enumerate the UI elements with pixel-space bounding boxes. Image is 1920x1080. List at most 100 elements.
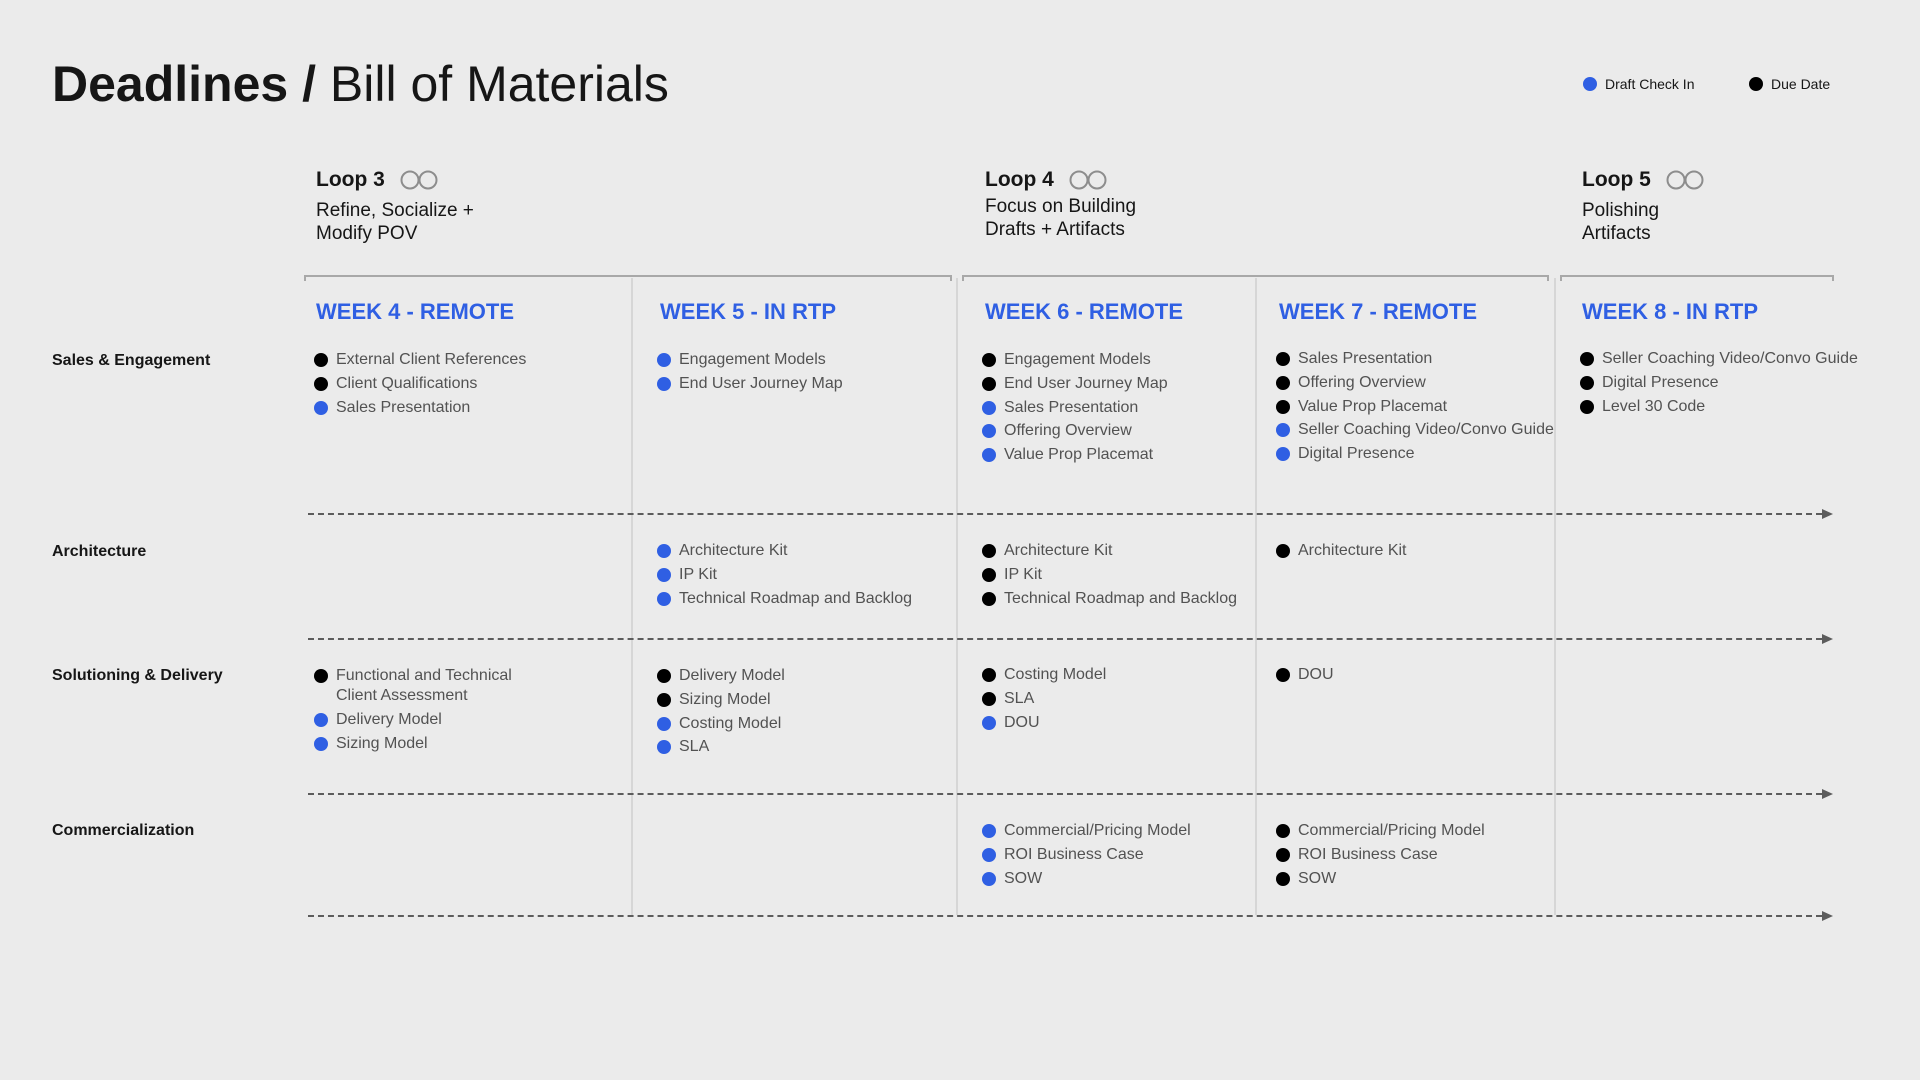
list-item: Architecture Kit [982, 541, 1237, 561]
due-dot-icon [657, 669, 671, 683]
list-item-label: SLA [1004, 689, 1035, 707]
list-item: Value Prop Placemat [1276, 397, 1554, 417]
list-item-label: Offering Overview [1298, 373, 1426, 391]
list-item: Seller Coaching Video/Convo Guide [1276, 420, 1554, 440]
list-item: Architecture Kit [657, 541, 912, 561]
list-item-label: Delivery Model [336, 710, 442, 728]
due-dot-icon [982, 591, 996, 606]
list-item: End User Journey Map [657, 374, 843, 394]
list-item: IP Kit [657, 565, 912, 585]
list-item-label: Level 30 Code [1602, 397, 1706, 415]
draft-dot-icon [657, 376, 671, 391]
list-item: Sizing Model [657, 690, 785, 710]
list-item-label: Digital Presence [1298, 445, 1415, 463]
list-item-label: Seller Coaching Video/Convo Guide [1602, 350, 1858, 367]
list-item: Offering Overview [982, 421, 1168, 441]
week-8-header: WEEK 8 - IN RTP [1582, 299, 1759, 324]
list-item: IP Kit [982, 565, 1237, 585]
list-item: Level 30 Code [1580, 397, 1858, 417]
draft-dot-icon [657, 591, 671, 606]
legend-due-label: Due Date [1771, 76, 1831, 92]
list-item: DOU [982, 713, 1106, 733]
due-dot-icon [1276, 399, 1290, 414]
list-item: Costing Model [657, 714, 785, 734]
due-dot-icon [1276, 847, 1290, 862]
list-item-label: SOW [1004, 869, 1043, 887]
loop-5: Loop 5 Polishing Artifacts [1582, 167, 1707, 245]
draft-dot-icon [982, 847, 996, 862]
list-item-label: IP Kit [1004, 565, 1042, 583]
list-item-label: Costing Model [679, 714, 782, 732]
page-title: Deadlines / Bill of Materials [52, 52, 669, 116]
loop-4-subtitle: Focus on Building Drafts + Artifacts [985, 196, 1137, 240]
list-item: Delivery Model [657, 666, 785, 686]
draft-dot-icon [314, 400, 328, 415]
arrow-right-icon [1822, 634, 1833, 644]
list-item-label: Sizing Model [679, 690, 771, 708]
row-separator [308, 638, 1822, 640]
list-item: Engagement Models [982, 350, 1168, 370]
loop-4: Loop 4 Focus on Building Drafts + Artifa… [985, 167, 1136, 241]
list-item-label: Offering Overview [1004, 422, 1132, 440]
list-item-label: Sales Presentation [336, 398, 471, 416]
list-item-label: Commercial/Pricing Model [1004, 822, 1191, 839]
list-item-label: Seller Coaching Video/Convo Guide [1298, 421, 1554, 439]
due-dot-icon [1276, 544, 1290, 558]
cell-sales-week8: Seller Coaching Video/Convo Guide Digital… [1580, 349, 1858, 420]
column-divider [631, 278, 633, 915]
list-item-label: Commercial/Pricing Model [1298, 822, 1485, 839]
loop-3: Loop 3 Refine, Socialize + Modify POV [316, 167, 474, 245]
list-item: Costing Model [982, 665, 1106, 685]
list-item-label: DOU [1298, 666, 1334, 683]
list-item-label: Architecture Kit [1298, 542, 1407, 559]
list-item-label: SOW [1298, 869, 1337, 887]
due-dot-icon [1276, 375, 1290, 390]
list-item: Offering Overview [1276, 373, 1554, 393]
loop-5-title: Loop 5 [1582, 168, 1651, 191]
list-item: Seller Coaching Video/Convo Guide [1580, 349, 1858, 369]
due-dot-icon [1580, 375, 1594, 390]
list-item: Architecture Kit [1276, 541, 1406, 561]
list-item: Delivery Model [314, 710, 512, 730]
cell-sales-week5: Engagement Models End User Journey Map [657, 350, 843, 398]
legend-draft: Draft Check In [1583, 76, 1694, 92]
draft-dot-icon [982, 448, 996, 463]
due-dot-icon [1580, 352, 1594, 366]
list-item: Technical Roadmap and Backlog [982, 589, 1237, 609]
list-item-label: Engagement Models [679, 351, 826, 368]
list-item-label: Technical Roadmap and Backlog [679, 589, 913, 607]
infinity-icon [1666, 170, 1704, 190]
due-dot-icon [982, 668, 996, 682]
draft-dot-icon [314, 712, 328, 727]
loop-3-subtitle: Refine, Socialize + Modify POV [316, 200, 474, 244]
list-item: End User Journey Map [982, 374, 1168, 394]
list-item: SLA [657, 737, 785, 757]
loop-4-title: Loop 4 [985, 168, 1054, 191]
list-item: Sales Presentation [982, 398, 1168, 418]
list-item: ROI Business Case [982, 845, 1191, 865]
list-item: DOU [1276, 665, 1334, 685]
list-item-label: Sales Presentation [1298, 350, 1433, 367]
week-5-header: WEEK 5 - IN RTP [660, 299, 837, 324]
cell-architecture-week5: Architecture Kit IP Kit Technical Roadmap … [657, 541, 912, 612]
draft-dot-icon [657, 567, 671, 582]
row-label-sales: Sales & Engagement [52, 352, 211, 369]
draft-dot-icon [657, 740, 671, 755]
list-item: SOW [982, 869, 1191, 889]
list-item-label: DOU [1004, 713, 1040, 731]
cell-solutioning-week6: Costing Model SLA DOU [982, 665, 1106, 736]
row-separator [308, 793, 1822, 795]
due-dot-icon [982, 353, 996, 367]
column-divider [956, 278, 958, 915]
cell-sales-week4: External Client References Client Qualifi… [314, 350, 526, 421]
draft-dot-icon [982, 715, 996, 730]
cell-solutioning-week7: DOU [1276, 665, 1334, 689]
arrow-right-icon [1822, 911, 1833, 921]
list-item: Sales Presentation [314, 398, 526, 418]
loop-3-bracket [304, 275, 952, 281]
week-6-header: WEEK 6 - REMOTE [985, 299, 1184, 324]
list-item: Value Prop Placemat [982, 445, 1168, 465]
draft-dot-icon [314, 736, 328, 751]
due-dot-icon [314, 376, 328, 391]
list-item-label: External Client References [336, 351, 527, 368]
